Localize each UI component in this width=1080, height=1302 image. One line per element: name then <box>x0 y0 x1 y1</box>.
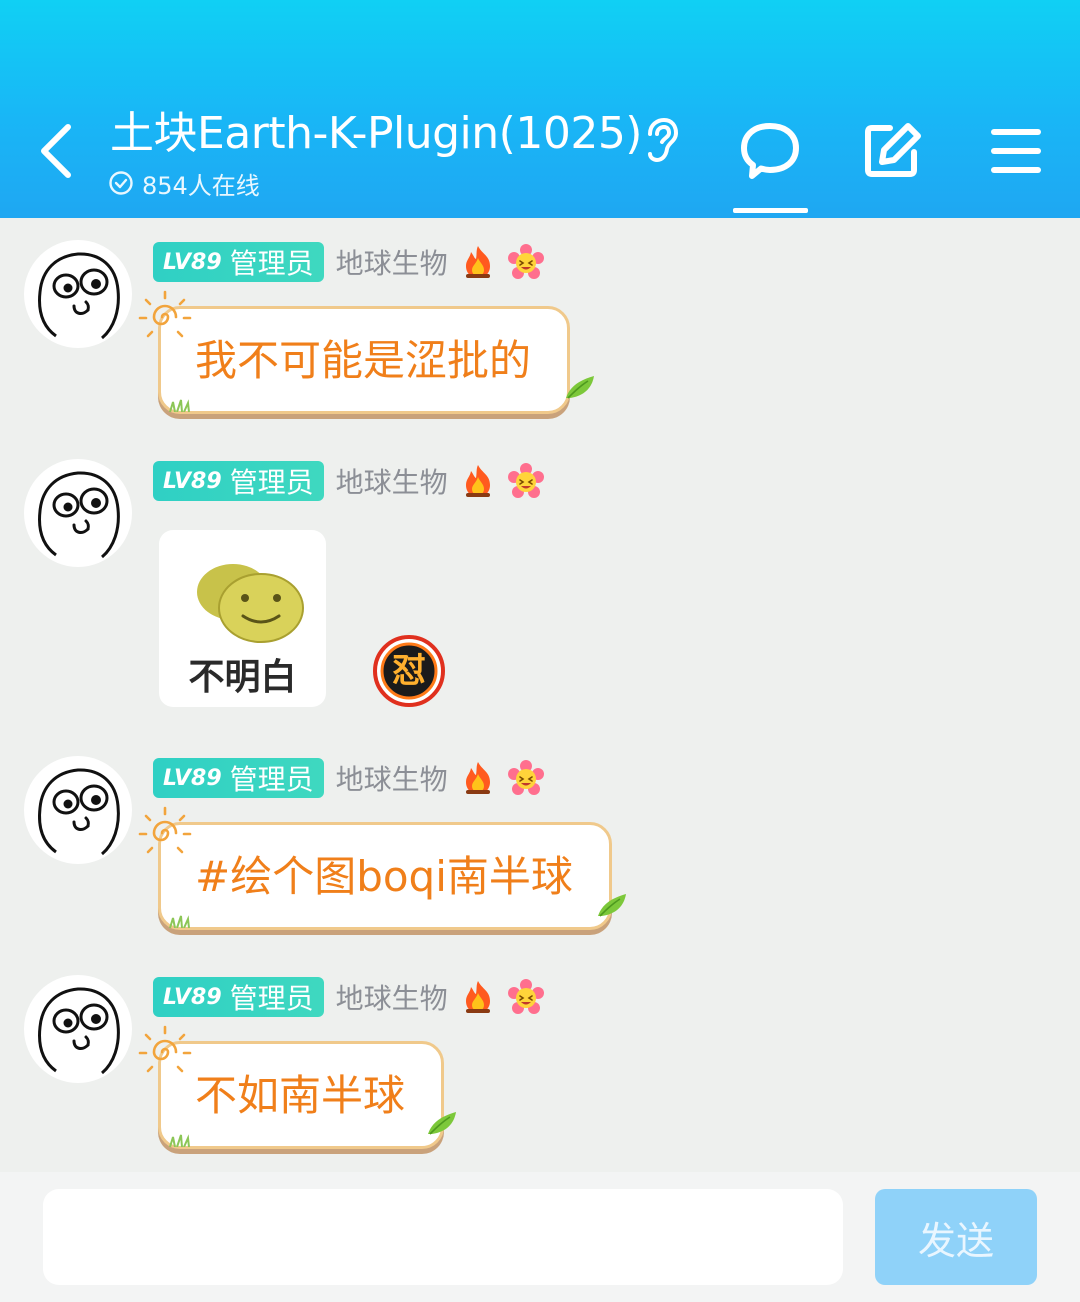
menu-icon[interactable] <box>984 118 1048 182</box>
nickname[interactable]: 地球生物 <box>336 461 448 501</box>
avatar[interactable] <box>24 756 132 864</box>
online-count: 854人在线 <box>142 171 260 200</box>
nickname[interactable]: 地球生物 <box>336 758 448 798</box>
fire-icon <box>460 979 496 1015</box>
role-label: 管理员 <box>229 466 314 499</box>
send-button[interactable]: 发送 <box>875 1189 1037 1285</box>
message-input[interactable] <box>43 1189 843 1285</box>
rage-face-avatar-icon <box>24 975 132 1083</box>
ear-icon[interactable] <box>640 116 680 164</box>
message-meta: LV89 管理员 地球生物 <box>153 242 544 282</box>
input-bar: 发送 <box>0 1172 1080 1302</box>
role-label: 管理员 <box>229 247 314 280</box>
level-badge: LV89 管理员 <box>153 977 324 1017</box>
reaction-badge[interactable]: 怼 <box>372 634 446 708</box>
level-label: LV89 <box>163 249 222 275</box>
leaf-icon <box>424 1108 460 1138</box>
leaf-icon <box>594 890 630 920</box>
sun-icon <box>136 804 194 862</box>
chat-header: 土块Earth-K-Plugin(1025) 854人在线 <box>0 0 1080 218</box>
check-circle-icon <box>109 171 133 195</box>
grass-icon <box>168 914 196 928</box>
leaf-icon <box>562 372 598 402</box>
sun-icon <box>136 1023 194 1081</box>
nickname[interactable]: 地球生物 <box>336 242 448 282</box>
chat-bubble-icon[interactable] <box>738 118 802 182</box>
avatar[interactable] <box>24 975 132 1083</box>
avatar[interactable] <box>24 240 132 348</box>
level-badge: LV89 管理员 <box>153 461 324 501</box>
level-label: LV89 <box>163 765 222 791</box>
flower-icon <box>508 979 544 1015</box>
flower-icon <box>508 760 544 796</box>
level-label: LV89 <box>163 468 222 494</box>
level-badge: LV89 管理员 <box>153 758 324 798</box>
message-bubble[interactable]: 不如南半球 <box>158 1041 445 1149</box>
message-bubble[interactable]: #绘个图boqi南半球 <box>158 822 612 930</box>
back-button[interactable] <box>26 116 86 186</box>
flower-icon <box>508 463 544 499</box>
grass-icon <box>168 1133 196 1147</box>
message-bubble[interactable]: 我不可能是涩批的 <box>158 306 571 414</box>
sticker-caption: 不明白 <box>188 657 297 698</box>
fire-icon <box>460 463 496 499</box>
online-status: 854人在线 <box>108 166 260 200</box>
role-label: 管理员 <box>229 763 314 796</box>
message-meta: LV89 管理员 地球生物 <box>153 461 544 501</box>
back-arrow-icon <box>41 124 71 178</box>
fire-icon <box>460 760 496 796</box>
fire-icon <box>460 244 496 280</box>
rage-face-avatar-icon <box>24 756 132 864</box>
reaction-text: 怼 <box>392 651 426 691</box>
nickname[interactable]: 地球生物 <box>336 977 448 1017</box>
group-title[interactable]: 土块Earth-K-Plugin(1025) <box>110 104 642 164</box>
level-label: LV89 <box>163 984 222 1010</box>
sun-icon <box>136 288 194 346</box>
role-label: 管理员 <box>229 982 314 1015</box>
level-badge: LV89 管理员 <box>153 242 324 282</box>
flower-icon <box>508 244 544 280</box>
rage-face-avatar-icon <box>24 240 132 348</box>
message-meta: LV89 管理员 地球生物 <box>153 977 544 1017</box>
grass-icon <box>168 398 196 412</box>
active-tab-indicator <box>733 208 808 213</box>
rage-face-avatar-icon <box>24 459 132 567</box>
edit-icon[interactable] <box>860 118 924 182</box>
message-meta: LV89 管理员 地球生物 <box>153 758 544 798</box>
avatar[interactable] <box>24 459 132 567</box>
